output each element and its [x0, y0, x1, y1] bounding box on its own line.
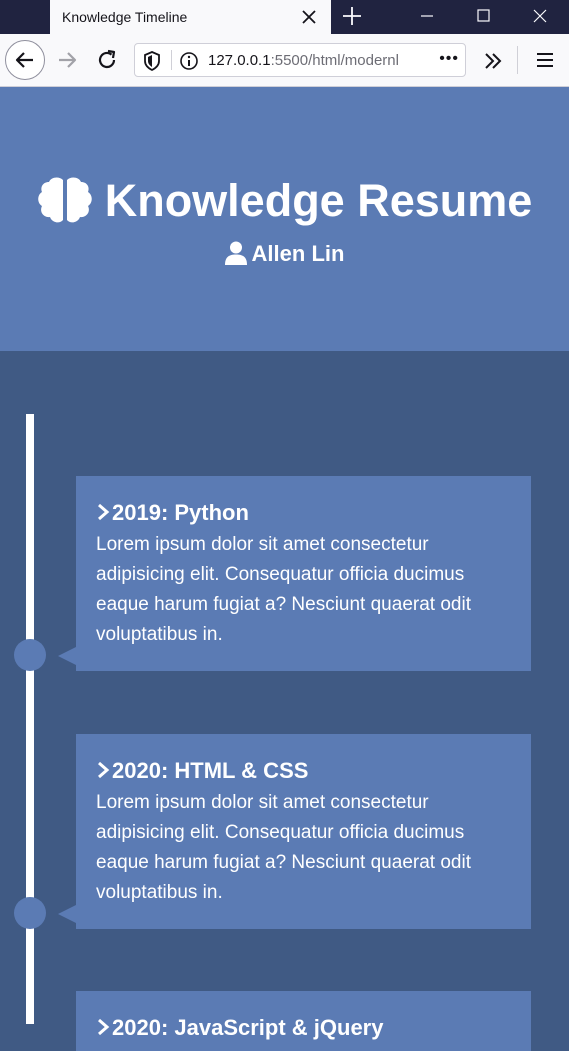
timeline-card: 2020: HTML & CSS Lorem ipsum dolor sit a…	[58, 734, 531, 929]
page-title: Knowledge Resume	[0, 175, 569, 228]
card-body: Lorem ipsum dolor sit amet consectetur a…	[96, 792, 471, 903]
card-heading: 2020: JavaScript & jQuery	[96, 1015, 511, 1041]
timeline-dot	[14, 897, 46, 929]
new-tab-icon[interactable]	[341, 5, 363, 27]
url-separator	[171, 50, 172, 70]
brain-icon	[37, 177, 92, 223]
url-host: 127.0.0.1	[208, 52, 271, 69]
back-button[interactable]	[5, 40, 45, 80]
toolbar-separator	[517, 46, 518, 74]
overflow-chevrons-icon[interactable]	[480, 48, 506, 74]
reload-icon	[98, 49, 116, 69]
forward-arrow-icon	[59, 52, 77, 68]
address-bar[interactable]: 127.0.0.1:5500/html/modernl •••	[134, 43, 466, 77]
timeline-card: 2019: Python Lorem ipsum dolor sit amet …	[58, 476, 531, 671]
card-heading-text: 2020: JavaScript & jQuery	[112, 1015, 384, 1040]
active-tab[interactable]: Knowledge Timeline	[50, 0, 331, 34]
card-heading-text: 2020: HTML & CSS	[112, 758, 309, 783]
author-name: Allen Lin	[251, 241, 345, 266]
card-pointer	[58, 905, 76, 923]
info-icon[interactable]	[179, 51, 199, 71]
chevron-right-icon	[98, 762, 110, 779]
timeline-card: 2020: JavaScript & jQuery	[76, 991, 531, 1051]
close-tab-icon[interactable]	[299, 7, 319, 27]
timeline-line	[26, 414, 34, 1024]
tab-bar: Knowledge Timeline	[0, 0, 569, 34]
url-path: :5500/html/modernl	[270, 52, 399, 69]
maximize-icon[interactable]	[471, 5, 495, 27]
author-line: Allen Lin	[0, 241, 569, 267]
tab-title: Knowledge Timeline	[62, 9, 188, 25]
reload-button[interactable]	[91, 44, 123, 76]
card-heading-text: 2019: Python	[112, 500, 249, 525]
forward-button[interactable]	[51, 44, 83, 76]
title-text: Knowledge Resume	[104, 175, 533, 226]
hero-header: Knowledge Resume Allen Lin	[0, 87, 569, 351]
user-icon	[224, 241, 247, 266]
card-heading: 2020: HTML & CSS	[96, 758, 511, 784]
url-text[interactable]: 127.0.0.1:5500/html/modernl	[208, 52, 428, 69]
page-actions-button[interactable]: •••	[439, 50, 459, 68]
card-pointer	[58, 647, 76, 665]
card-heading: 2019: Python	[96, 500, 511, 526]
card-body: Lorem ipsum dolor sit amet consectetur a…	[96, 534, 471, 645]
chevron-right-icon	[98, 1019, 110, 1036]
close-window-icon[interactable]	[528, 5, 552, 27]
back-arrow-icon	[15, 52, 33, 68]
hamburger-menu-icon[interactable]	[533, 48, 557, 72]
shield-icon[interactable]	[143, 51, 161, 71]
timeline-dot	[14, 639, 46, 671]
nav-toolbar: 127.0.0.1:5500/html/modernl •••	[0, 34, 569, 87]
chevron-right-icon	[98, 504, 110, 521]
minimize-icon[interactable]	[415, 5, 439, 27]
